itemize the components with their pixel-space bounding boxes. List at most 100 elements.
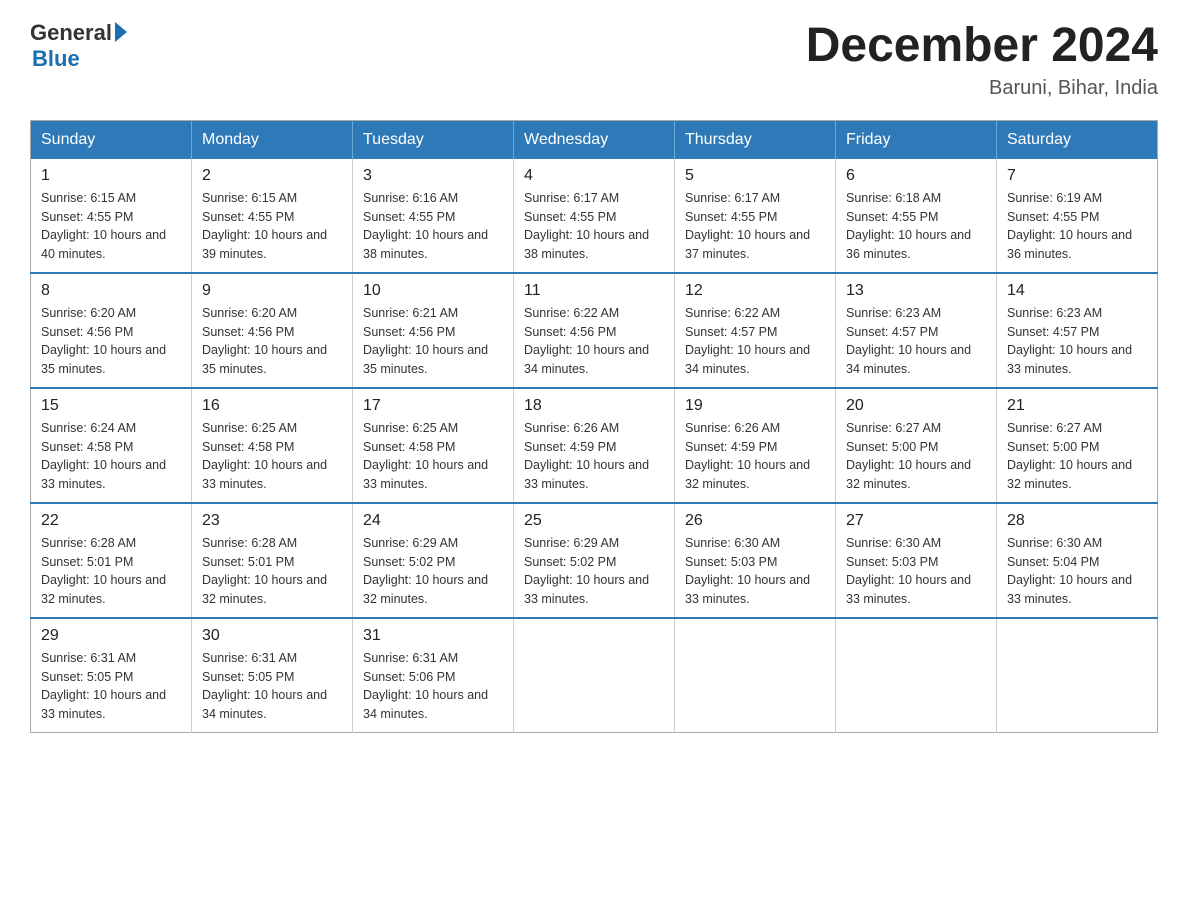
day-info: Sunrise: 6:31 AMSunset: 5:05 PMDaylight:… — [41, 649, 181, 724]
calendar-cell: 1 Sunrise: 6:15 AMSunset: 4:55 PMDaylight… — [31, 159, 192, 273]
day-info: Sunrise: 6:17 AMSunset: 4:55 PMDaylight:… — [524, 189, 664, 264]
day-info: Sunrise: 6:15 AMSunset: 4:55 PMDaylight:… — [202, 189, 342, 264]
calendar-cell: 6 Sunrise: 6:18 AMSunset: 4:55 PMDaylight… — [836, 159, 997, 273]
day-info: Sunrise: 6:25 AMSunset: 4:58 PMDaylight:… — [202, 419, 342, 494]
day-number: 17 — [363, 397, 503, 415]
day-number: 23 — [202, 512, 342, 530]
calendar-cell: 16 Sunrise: 6:25 AMSunset: 4:58 PMDayligh… — [192, 388, 353, 503]
calendar-cell: 24 Sunrise: 6:29 AMSunset: 5:02 PMDayligh… — [353, 503, 514, 618]
calendar-cell: 30 Sunrise: 6:31 AMSunset: 5:05 PMDayligh… — [192, 618, 353, 733]
day-info: Sunrise: 6:26 AMSunset: 4:59 PMDaylight:… — [524, 419, 664, 494]
day-info: Sunrise: 6:23 AMSunset: 4:57 PMDaylight:… — [846, 304, 986, 379]
header-monday: Monday — [192, 120, 353, 159]
header-saturday: Saturday — [997, 120, 1158, 159]
calendar-cell: 26Sunrise: 6:30 AMSunset: 5:03 PMDayligh… — [675, 503, 836, 618]
day-info: Sunrise: 6:31 AMSunset: 5:06 PMDaylight:… — [363, 649, 503, 724]
calendar-week-row: 29 Sunrise: 6:31 AMSunset: 5:05 PMDayligh… — [31, 618, 1158, 733]
title-section: December 2024 Baruni, Bihar, India — [806, 20, 1158, 100]
day-number: 8 — [41, 282, 181, 300]
day-number: 25 — [524, 512, 664, 530]
day-info: Sunrise: 6:22 AMSunset: 4:56 PMDaylight:… — [524, 304, 664, 379]
day-info: Sunrise: 6:18 AMSunset: 4:55 PMDaylight:… — [846, 189, 986, 264]
day-number: 16 — [202, 397, 342, 415]
calendar-table: SundayMondayTuesdayWednesdayThursdayFrid… — [30, 120, 1158, 733]
day-number: 10 — [363, 282, 503, 300]
calendar-cell: 13 Sunrise: 6:23 AMSunset: 4:57 PMDayligh… — [836, 273, 997, 388]
day-info: Sunrise: 6:31 AMSunset: 5:05 PMDaylight:… — [202, 649, 342, 724]
day-number: 9 — [202, 282, 342, 300]
month-title: December 2024 — [806, 20, 1158, 73]
calendar-week-row: 15 Sunrise: 6:24 AMSunset: 4:58 PMDayligh… — [31, 388, 1158, 503]
day-number: 31 — [363, 627, 503, 645]
logo-arrow-icon — [115, 22, 127, 42]
day-info: Sunrise: 6:30 AMSunset: 5:03 PMDaylight:… — [846, 534, 986, 609]
day-number: 13 — [846, 282, 986, 300]
calendar-cell: 8 Sunrise: 6:20 AMSunset: 4:56 PMDaylight… — [31, 273, 192, 388]
calendar-cell: 23 Sunrise: 6:28 AMSunset: 5:01 PMDayligh… — [192, 503, 353, 618]
day-info: Sunrise: 6:20 AMSunset: 4:56 PMDaylight:… — [202, 304, 342, 379]
calendar-cell: 3 Sunrise: 6:16 AMSunset: 4:55 PMDaylight… — [353, 159, 514, 273]
calendar-cell — [675, 618, 836, 733]
day-number: 15 — [41, 397, 181, 415]
day-number: 28 — [1007, 512, 1147, 530]
logo-general-text: General — [30, 20, 127, 46]
day-info: Sunrise: 6:30 AMSunset: 5:03 PMDaylight:… — [685, 534, 825, 609]
calendar-cell: 17 Sunrise: 6:25 AMSunset: 4:58 PMDayligh… — [353, 388, 514, 503]
day-info: Sunrise: 6:27 AMSunset: 5:00 PMDaylight:… — [1007, 419, 1147, 494]
calendar-week-row: 8 Sunrise: 6:20 AMSunset: 4:56 PMDaylight… — [31, 273, 1158, 388]
day-number: 29 — [41, 627, 181, 645]
day-info: Sunrise: 6:28 AMSunset: 5:01 PMDaylight:… — [202, 534, 342, 609]
day-info: Sunrise: 6:30 AMSunset: 5:04 PMDaylight:… — [1007, 534, 1147, 609]
calendar-cell: 22Sunrise: 6:28 AMSunset: 5:01 PMDayligh… — [31, 503, 192, 618]
calendar-cell: 19 Sunrise: 6:26 AMSunset: 4:59 PMDayligh… — [675, 388, 836, 503]
page-header: General Blue December 2024 Baruni, Bihar… — [30, 20, 1158, 100]
location: Baruni, Bihar, India — [806, 77, 1158, 100]
calendar-cell: 4Sunrise: 6:17 AMSunset: 4:55 PMDaylight… — [514, 159, 675, 273]
day-info: Sunrise: 6:20 AMSunset: 4:56 PMDaylight:… — [41, 304, 181, 379]
day-number: 3 — [363, 167, 503, 185]
calendar-cell: 27 Sunrise: 6:30 AMSunset: 5:03 PMDayligh… — [836, 503, 997, 618]
day-info: Sunrise: 6:17 AMSunset: 4:55 PMDaylight:… — [685, 189, 825, 264]
header-tuesday: Tuesday — [353, 120, 514, 159]
day-info: Sunrise: 6:23 AMSunset: 4:57 PMDaylight:… — [1007, 304, 1147, 379]
day-number: 20 — [846, 397, 986, 415]
calendar-cell: 7Sunrise: 6:19 AMSunset: 4:55 PMDaylight… — [997, 159, 1158, 273]
day-number: 7 — [1007, 167, 1147, 185]
day-number: 30 — [202, 627, 342, 645]
day-number: 14 — [1007, 282, 1147, 300]
day-number: 6 — [846, 167, 986, 185]
calendar-cell: 29 Sunrise: 6:31 AMSunset: 5:05 PMDayligh… — [31, 618, 192, 733]
day-number: 12 — [685, 282, 825, 300]
logo: General Blue — [30, 20, 127, 72]
calendar-cell: 25 Sunrise: 6:29 AMSunset: 5:02 PMDayligh… — [514, 503, 675, 618]
day-number: 24 — [363, 512, 503, 530]
calendar-cell: 9 Sunrise: 6:20 AMSunset: 4:56 PMDaylight… — [192, 273, 353, 388]
day-info: Sunrise: 6:26 AMSunset: 4:59 PMDaylight:… — [685, 419, 825, 494]
calendar-cell: 31 Sunrise: 6:31 AMSunset: 5:06 PMDayligh… — [353, 618, 514, 733]
day-number: 2 — [202, 167, 342, 185]
calendar-cell: 5Sunrise: 6:17 AMSunset: 4:55 PMDaylight… — [675, 159, 836, 273]
calendar-cell: 10Sunrise: 6:21 AMSunset: 4:56 PMDayligh… — [353, 273, 514, 388]
calendar-cell: 18Sunrise: 6:26 AMSunset: 4:59 PMDayligh… — [514, 388, 675, 503]
calendar-header-row: SundayMondayTuesdayWednesdayThursdayFrid… — [31, 120, 1158, 159]
day-number: 21 — [1007, 397, 1147, 415]
day-info: Sunrise: 6:29 AMSunset: 5:02 PMDaylight:… — [524, 534, 664, 609]
day-number: 27 — [846, 512, 986, 530]
day-number: 19 — [685, 397, 825, 415]
calendar-cell — [514, 618, 675, 733]
header-wednesday: Wednesday — [514, 120, 675, 159]
day-number: 1 — [41, 167, 181, 185]
calendar-week-row: 1 Sunrise: 6:15 AMSunset: 4:55 PMDaylight… — [31, 159, 1158, 273]
header-friday: Friday — [836, 120, 997, 159]
day-info: Sunrise: 6:24 AMSunset: 4:58 PMDaylight:… — [41, 419, 181, 494]
day-info: Sunrise: 6:25 AMSunset: 4:58 PMDaylight:… — [363, 419, 503, 494]
logo-blue-text: Blue — [32, 46, 80, 72]
day-info: Sunrise: 6:29 AMSunset: 5:02 PMDaylight:… — [363, 534, 503, 609]
header-thursday: Thursday — [675, 120, 836, 159]
calendar-cell: 28 Sunrise: 6:30 AMSunset: 5:04 PMDayligh… — [997, 503, 1158, 618]
day-info: Sunrise: 6:15 AMSunset: 4:55 PMDaylight:… — [41, 189, 181, 264]
day-number: 11 — [524, 282, 664, 300]
day-number: 22 — [41, 512, 181, 530]
header-sunday: Sunday — [31, 120, 192, 159]
day-info: Sunrise: 6:16 AMSunset: 4:55 PMDaylight:… — [363, 189, 503, 264]
